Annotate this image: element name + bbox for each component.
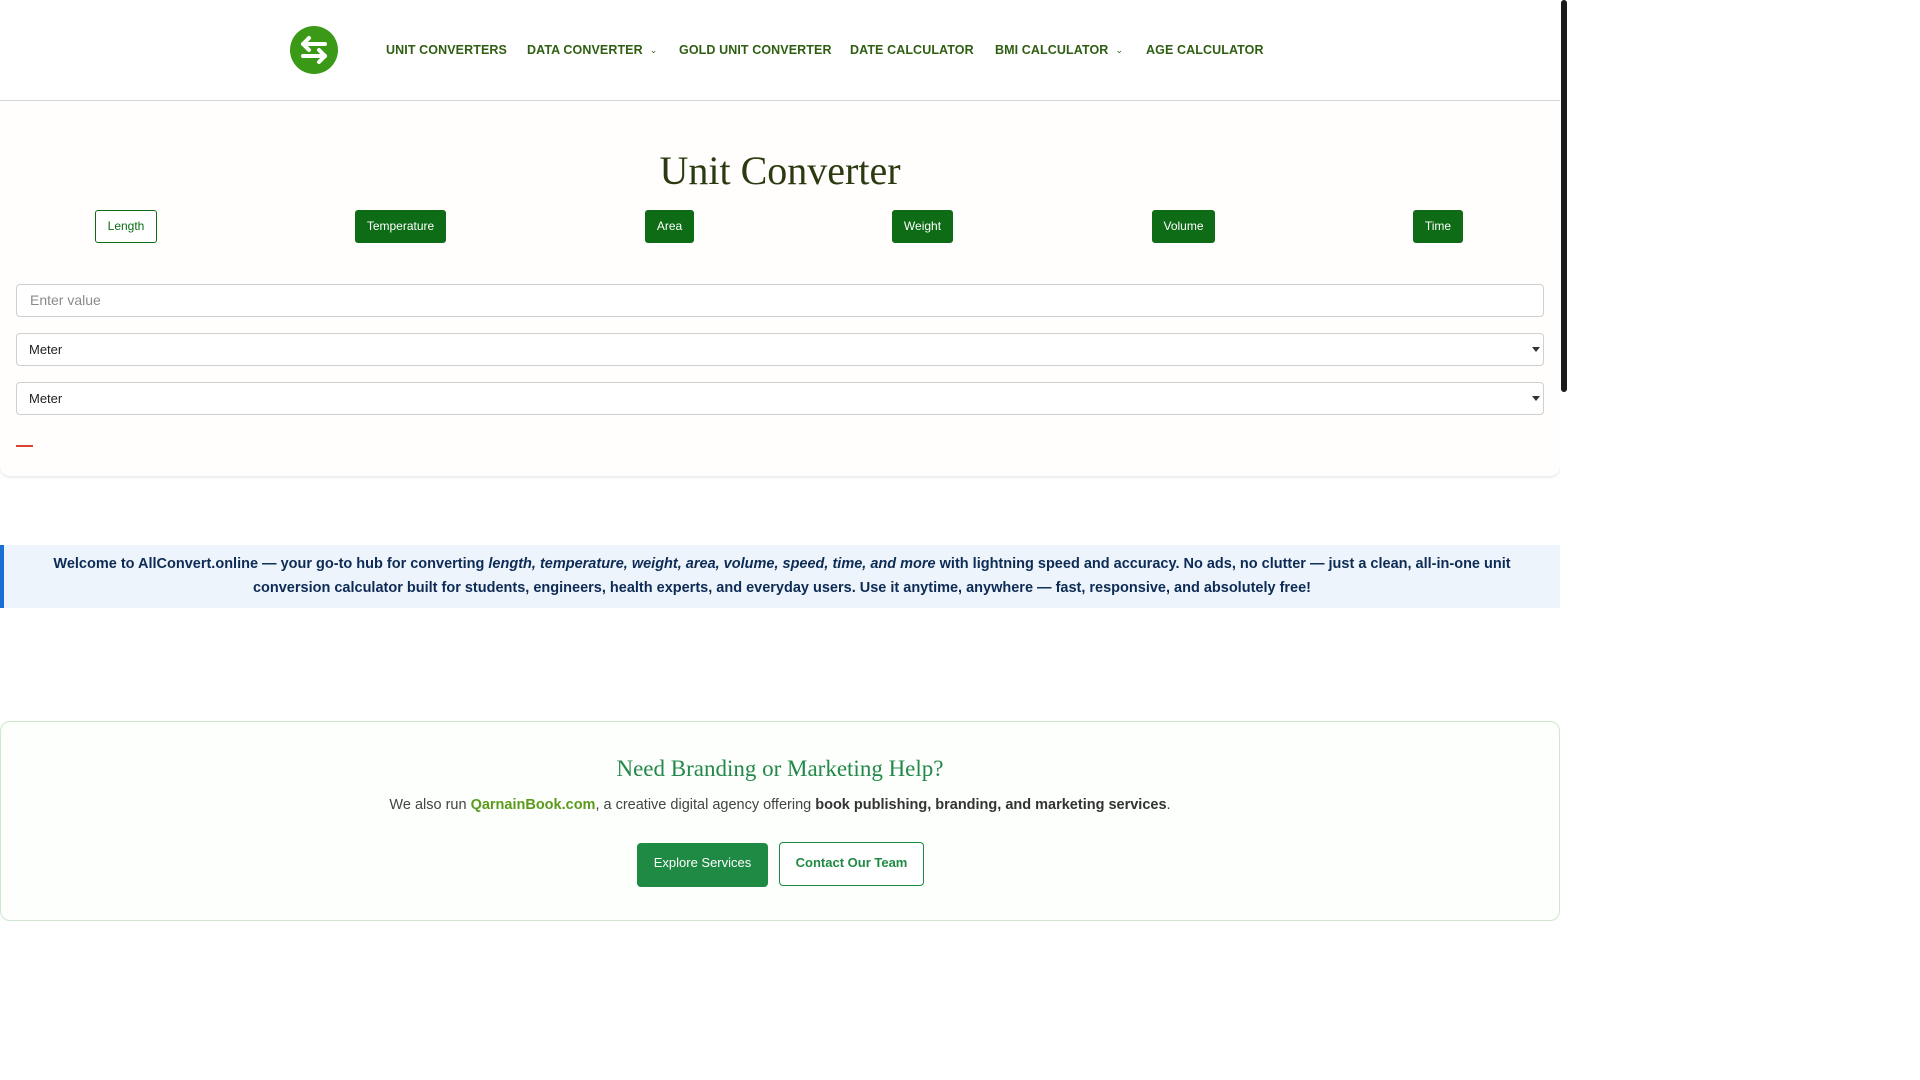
nav-date-calculator[interactable]: DATE CALCULATOR (850, 43, 974, 57)
nav-label: UNIT CONVERTERS (386, 43, 507, 57)
category-volume-button[interactable]: Volume (1152, 210, 1215, 243)
nav-gold-unit-converter[interactable]: GOLD UNIT CONVERTER (679, 43, 832, 57)
result-placeholder (16, 445, 33, 447)
caret-down-icon (1532, 347, 1540, 352)
branding-text-after: . (1166, 797, 1171, 813)
welcome-banner: Welcome to AllConvert.online — your go-t… (0, 545, 1560, 608)
unit-converter-panel: Unit Converter Length Temperature Area W… (0, 101, 1560, 476)
branding-title: Need Branding or Marketing Help? (616, 756, 944, 781)
branding-services: book publishing, branding, and marketing… (815, 797, 1167, 813)
to-unit-value: Meter (29, 391, 63, 406)
nav-age-calculator[interactable]: AGE CALCULATOR (1146, 43, 1264, 57)
nav-label: AGE CALCULATOR (1146, 43, 1264, 57)
logo[interactable] (290, 26, 338, 74)
swap-arrows-icon (301, 36, 327, 64)
nav-label: DATE CALCULATOR (850, 43, 974, 57)
category-area-button[interactable]: Area (645, 210, 694, 243)
from-unit-value: Meter (29, 342, 63, 357)
page-title: Unit Converter (659, 148, 901, 193)
branding-text-before: We also run (389, 797, 471, 813)
contact-team-button[interactable]: Contact Our Team (779, 842, 924, 886)
value-input[interactable]: Enter value (16, 284, 1544, 317)
caret-down-icon (1532, 396, 1540, 401)
scrollbar-thumb[interactable] (1561, 0, 1567, 392)
from-unit-select[interactable]: Meter (16, 333, 1544, 366)
explore-services-button[interactable]: Explore Services (637, 843, 768, 887)
branding-section: Need Branding or Marketing Help? We also… (0, 721, 1560, 921)
nav-unit-converters[interactable]: UNIT CONVERTERS (386, 43, 507, 57)
branding-text: We also run QarnainBook.com, a creative … (1, 797, 1559, 813)
chevron-down-icon: ⌄ (1115, 45, 1124, 55)
qarnainbook-link[interactable]: QarnainBook.com (471, 797, 596, 813)
category-temperature-button[interactable]: Temperature (355, 210, 446, 243)
nav-data-converter[interactable]: DATA CONVERTER ⌄ (527, 43, 657, 57)
category-weight-button[interactable]: Weight (892, 210, 953, 243)
nav-bmi-calculator[interactable]: BMI CALCULATOR ⌄ (995, 43, 1123, 57)
welcome-lead: Welcome to AllConvert.online — your go-t… (53, 556, 489, 572)
nav-label: GOLD UNIT CONVERTER (679, 43, 832, 57)
nav-label: BMI CALCULATOR (995, 43, 1109, 57)
branding-text-middle: , a creative digital agency offering (595, 797, 816, 813)
category-length-button[interactable]: Length (95, 210, 157, 243)
chevron-down-icon: ⌄ (649, 45, 658, 55)
to-unit-select[interactable]: Meter (16, 382, 1544, 415)
site-header: UNIT CONVERTERS DATA CONVERTER ⌄ GOLD UNI… (0, 0, 1560, 101)
nav-label: DATA CONVERTER (527, 43, 643, 57)
welcome-emphasis: length, temperature, weight, area, volum… (488, 556, 936, 572)
category-time-button[interactable]: Time (1413, 210, 1463, 243)
